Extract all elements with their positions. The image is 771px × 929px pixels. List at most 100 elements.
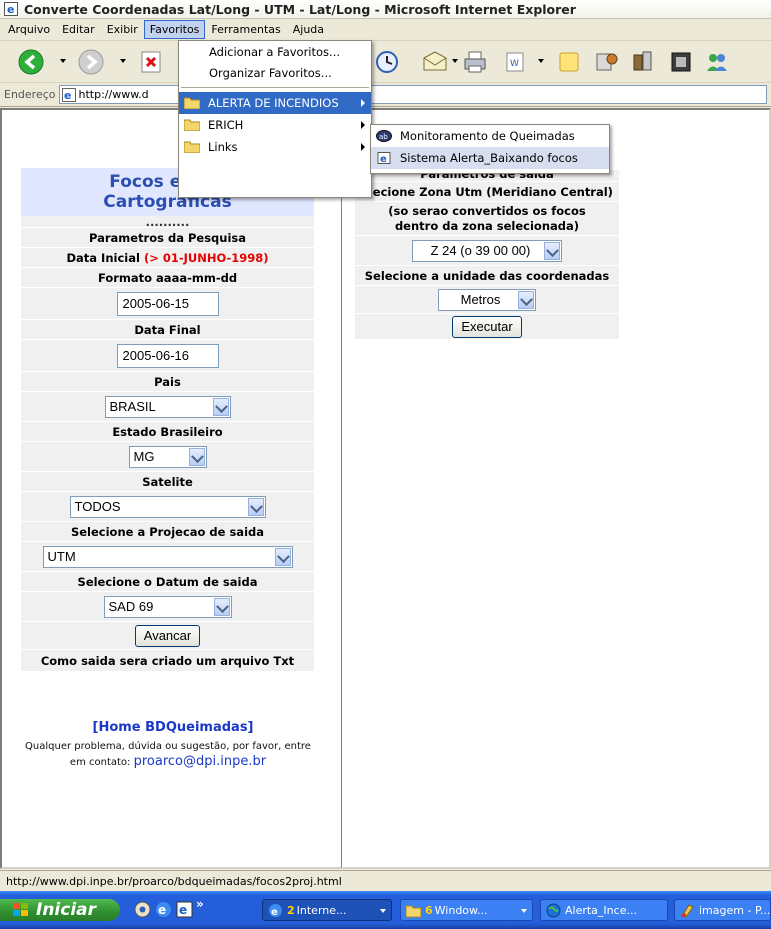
unit-select[interactable]: Metros [438, 288, 536, 311]
folder-erich[interactable]: ERICH [179, 114, 371, 136]
start-date-row: 2005-06-15 [21, 288, 314, 320]
menu-editar[interactable]: Editar [56, 20, 101, 39]
chevron-down-icon[interactable] [213, 597, 230, 616]
state-label: Estado Brasileiro [21, 422, 314, 442]
left-frame: Focos em Pr Cartográficas .......... Par… [6, 146, 340, 872]
add-to-favorites[interactable]: Adicionar a Favoritos... [179, 41, 371, 62]
chevron-down-icon[interactable] [544, 241, 560, 260]
discuss-icon[interactable] [556, 49, 582, 75]
chevron-down-icon[interactable] [188, 447, 205, 466]
task-dropdown-icon [380, 909, 386, 913]
start-date-input[interactable]: 2005-06-15 [116, 291, 219, 316]
execute-row: Executar [355, 314, 619, 340]
projection-row: UTM [21, 542, 314, 572]
start-date-note: (> 01-JUNHO-1998) [143, 250, 269, 265]
print-icon[interactable] [462, 49, 488, 75]
unit-label: Selecione a unidade das coordenadas [355, 266, 619, 286]
frame-divider[interactable] [341, 148, 343, 868]
task-label: Interne... [296, 903, 347, 917]
task-imagem-paint[interactable]: imagem - P... [674, 899, 771, 921]
zone-row: Z 24 (o 39 00 00) [355, 236, 619, 266]
datum-row: SAD 69 [21, 592, 314, 622]
task-windows-explorer[interactable]: 6 Window... [400, 899, 533, 921]
folder-icon [184, 141, 200, 153]
status-bar: http://www.dpi.inpe.br/proarco/bdqueimad… [0, 870, 771, 891]
projection-select[interactable]: UTM [42, 545, 293, 568]
forward-icon[interactable] [78, 49, 104, 75]
state-select[interactable]: MG [128, 445, 207, 468]
quicklaunch-chevron[interactable]: » [196, 897, 204, 911]
menu-ajuda[interactable]: Ajuda [287, 20, 330, 39]
submenu-arrow-icon [361, 99, 365, 107]
menu-bar: Arquivo Editar Exibir Favoritos Ferramen… [0, 19, 771, 41]
folder-icon [184, 119, 200, 131]
chevron-down-icon[interactable] [212, 397, 229, 416]
chevron-down-icon[interactable] [247, 497, 264, 516]
window-title: Converte Coordenadas Lat/Long - UTM - La… [24, 1, 576, 17]
folder-alerta-incendios[interactable]: ALERTA DE INCENDIOS [179, 92, 371, 114]
menu-favoritos[interactable]: Favoritos [143, 20, 206, 39]
svg-text:ab: ab [379, 133, 388, 141]
contacts-icon[interactable] [704, 49, 730, 75]
advance-button[interactable]: Avancar [134, 624, 201, 647]
edit-dropdown-icon[interactable] [538, 59, 544, 63]
paint-icon [681, 903, 694, 918]
back-dropdown-icon[interactable] [60, 59, 66, 63]
messenger-icon[interactable] [594, 49, 620, 75]
task-alerta[interactable]: Alerta_Ince... [540, 899, 668, 921]
task-label: Window... [434, 903, 488, 917]
chevron-down-icon[interactable] [518, 290, 534, 309]
quicklaunch-ie-page-icon[interactable]: e [176, 901, 193, 918]
history-icon[interactable] [374, 49, 400, 75]
menu-exibir[interactable]: Exibir [101, 20, 144, 39]
country-row: BRASIL [21, 392, 314, 422]
satellite-select[interactable]: TODOS [69, 495, 266, 518]
start-button[interactable]: Iniciar [0, 899, 120, 921]
submenu-sistema-alerta[interactable]: e Sistema Alerta_Baixando focos [371, 147, 609, 169]
mail-dropdown-icon[interactable] [452, 59, 458, 63]
stop-icon[interactable] [138, 49, 164, 75]
research-icon[interactable] [668, 49, 694, 75]
dots-row: .......... [21, 215, 314, 229]
folder-links[interactable]: Links [179, 136, 371, 158]
country-label: Pais [21, 372, 314, 392]
execute-button[interactable]: Executar [452, 315, 522, 338]
folder-icon [406, 905, 421, 917]
back-icon[interactable] [18, 49, 44, 75]
country-select[interactable]: BRASIL [104, 395, 231, 418]
media-icon[interactable] [630, 49, 656, 75]
datum-label: Selecione o Datum de saida [21, 572, 314, 592]
state-row: MG [21, 442, 314, 472]
windows-flag-icon [13, 903, 28, 916]
end-date-input[interactable]: 2005-06-16 [116, 343, 219, 368]
menu-separator [181, 87, 369, 88]
mail-icon[interactable] [422, 49, 448, 75]
task-label: imagem - P... [699, 903, 771, 917]
submenu-monitoramento[interactable]: ab Monitoramento de Queimadas [371, 125, 609, 147]
contact-email-link[interactable]: proarco@dpi.inpe.br [134, 754, 266, 769]
chevron-down-icon[interactable] [274, 547, 291, 566]
end-date-label: Data Final [21, 320, 314, 340]
output-form: Parametros de saida elecione Zona Utm (M… [355, 170, 619, 340]
datum-select[interactable]: SAD 69 [103, 595, 232, 618]
task-internet-explorer[interactable]: e 2 Interne... [262, 899, 392, 921]
zone-select[interactable]: Z 24 (o 39 00 00) [412, 239, 562, 262]
menu-arquivo[interactable]: Arquivo [2, 20, 56, 39]
state-value: MG [133, 449, 155, 464]
task-label: Alerta_Ince... [565, 903, 637, 917]
menu-ferramentas[interactable]: Ferramentas [205, 20, 286, 39]
start-label: Iniciar [36, 900, 97, 920]
satellite-label: Satelite [21, 472, 314, 492]
search-form: Focos em Pr Cartográficas .......... Par… [21, 168, 314, 672]
svg-text:e: e [179, 903, 187, 917]
edit-word-icon[interactable]: W [502, 49, 528, 75]
home-link[interactable]: [Home BDQueimadas] [58, 720, 288, 735]
address-field[interactable]: e http://www.d [58, 85, 767, 104]
organize-favorites[interactable]: Organizar Favoritos... [179, 62, 371, 83]
favorites-menu: Adicionar a Favoritos... Organizar Favor… [178, 40, 372, 198]
forward-dropdown-icon[interactable] [120, 59, 126, 63]
taskbar: Iniciar e e » e 2 Interne... 6 Window... [0, 891, 771, 929]
quicklaunch-ie-icon[interactable]: e [155, 901, 172, 918]
quicklaunch-browser-icon[interactable] [134, 901, 151, 918]
submenu-arrow-icon [361, 143, 365, 151]
